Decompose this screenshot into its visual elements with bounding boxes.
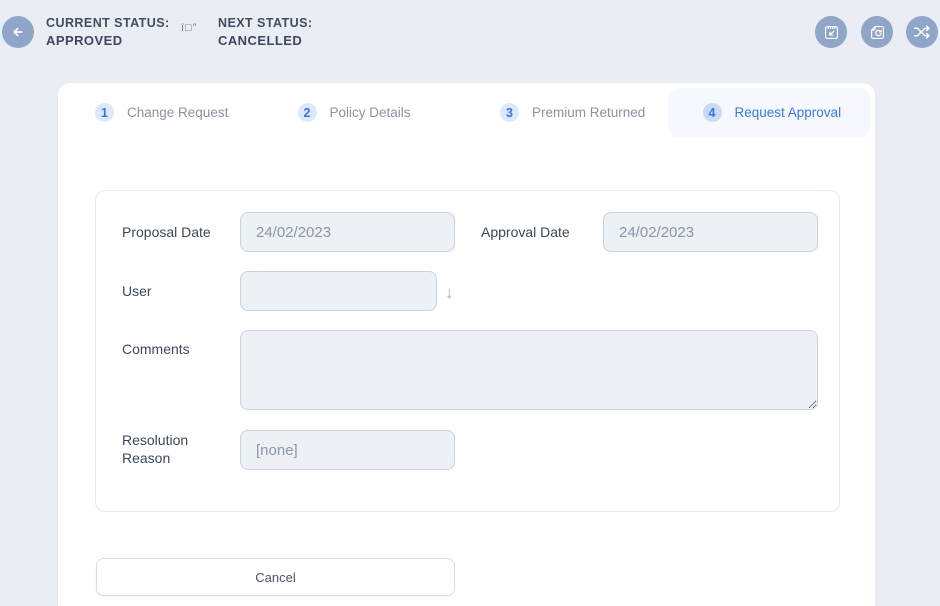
document-export-button[interactable] [815,16,847,48]
cancel-button[interactable]: Cancel [96,558,455,596]
tab-number-badge: 1 [95,103,114,122]
tab-premium-returned[interactable]: 3 Premium Returned [465,88,668,137]
current-status-label: CURRENT STATUS: [46,14,170,32]
back-button[interactable] [2,16,34,48]
tab-request-approval[interactable]: 4 Request Approval [668,88,871,137]
next-status-label: NEXT STATUS: [218,14,313,32]
next-status: NEXT STATUS: CANCELLED [218,14,313,50]
current-status-value: APPROVED [46,32,170,50]
shuffle-button[interactable] [906,16,938,48]
user-label: User [122,282,226,300]
shuffle-icon [912,22,932,42]
resolution-reason-input[interactable] [240,430,455,470]
proposal-date-input[interactable] [240,212,455,252]
back-arrow-icon [9,23,27,41]
tab-change-request[interactable]: 1 Change Request [60,88,263,137]
dropdown-arrow-icon[interactable]: ↓ [445,284,454,301]
resolution-reason-label: Resolution Reason [122,431,226,467]
tab-number-badge: 4 [703,103,722,122]
comments-textarea[interactable] [240,330,818,410]
tab-label: Premium Returned [532,105,645,120]
main-panel: 1 Change Request 2 Policy Details 3 Prem… [58,83,875,606]
tab-number-badge: 2 [298,103,317,122]
tab-policy-details[interactable]: 2 Policy Details [263,88,466,137]
approval-date-label: Approval Date [481,223,591,241]
next-status-value: CANCELLED [218,32,313,50]
approval-date-input[interactable] [603,212,818,252]
user-input[interactable] [240,271,437,311]
comments-label: Comments [122,340,226,358]
document-export-icon [822,23,841,42]
proposal-date-label: Proposal Date [122,223,226,241]
approval-form-card: Proposal Date Approval Date User ↓ Comme… [95,190,840,512]
tab-number-badge: 3 [500,103,519,122]
document-sync-button[interactable] [861,16,893,48]
current-status: CURRENT STATUS: APPROVED [46,14,170,50]
step-tabs: 1 Change Request 2 Policy Details 3 Prem… [60,88,870,137]
tab-label: Policy Details [330,105,411,120]
tab-label: Request Approval [735,105,842,120]
tab-label: Change Request [127,105,228,120]
status-divider-glyph: ï□” [181,22,197,34]
page: CURRENT STATUS: APPROVED ï□” NEXT STATUS… [0,0,940,606]
document-sync-icon [868,23,887,42]
